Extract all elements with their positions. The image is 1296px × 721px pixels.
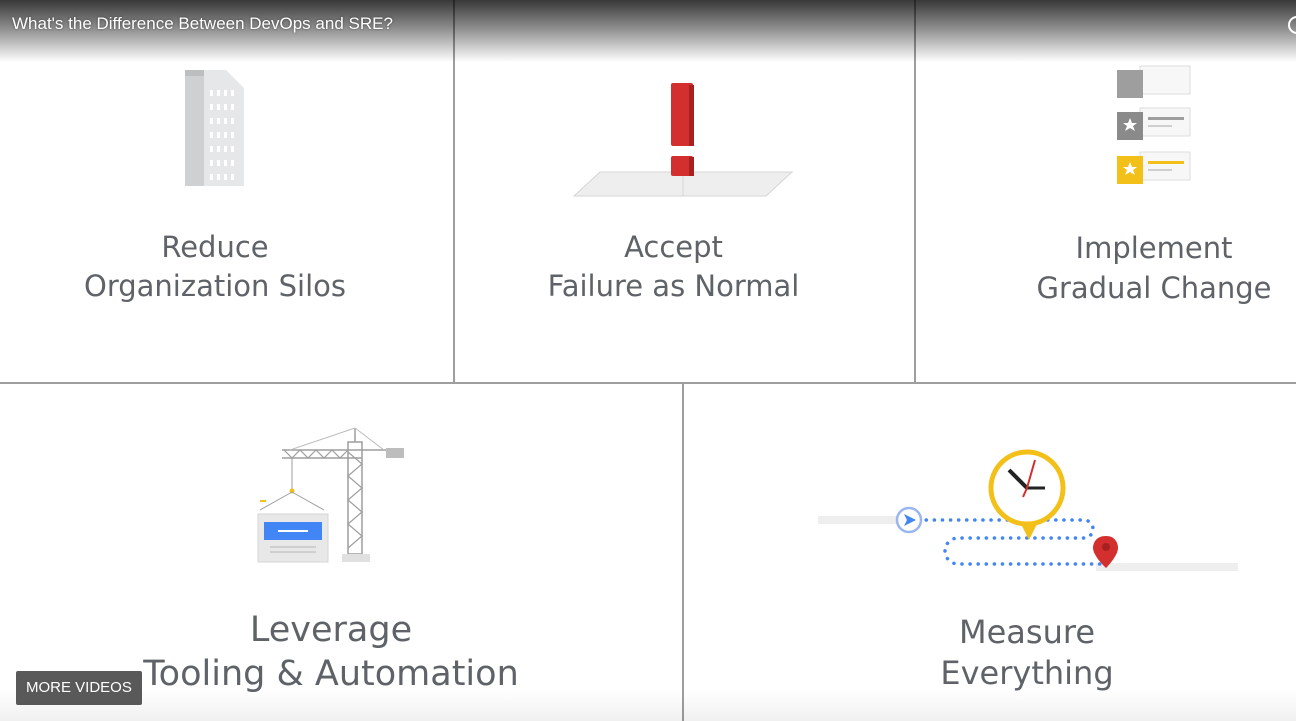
more-videos-button[interactable]: MORE VIDEOS: [16, 671, 142, 705]
divider-horizontal: [0, 382, 1296, 384]
tile-caption-line1: Accept: [624, 230, 723, 264]
video-title[interactable]: What's the Difference Between DevOps and…: [12, 13, 393, 35]
tile-caption: Implement Gradual Change: [1020, 228, 1288, 308]
divider-vertical-3: [682, 384, 684, 721]
tile-caption-line2: Failure as Normal: [547, 269, 800, 303]
tile-caption-line1: Reduce: [161, 230, 269, 264]
tile-caption-line2: Organization Silos: [84, 269, 346, 303]
crane-icon: [257, 427, 404, 563]
tile-caption-line2: Everything: [940, 654, 1114, 692]
tile-caption-line1: Leverage: [249, 610, 413, 650]
tile-caption-line1: Implement: [1075, 231, 1233, 265]
stacked-cards-icon: [1117, 65, 1191, 184]
tile-caption-line1: Measure: [959, 613, 1095, 651]
exclamation-icon: [572, 83, 794, 197]
tile-caption: Measure Everything: [922, 612, 1132, 694]
building-icon: [185, 70, 244, 186]
tile-caption-line2: Gradual Change: [1036, 271, 1272, 305]
tile-measure-everything[interactable]: Measure Everything: [684, 384, 1296, 721]
tile-caption: Accept Failure as Normal: [455, 228, 892, 306]
clock-route-icon: [818, 449, 1238, 571]
tile-caption: Reduce Organization Silos: [0, 228, 430, 306]
bottom-shade: [0, 690, 1296, 721]
